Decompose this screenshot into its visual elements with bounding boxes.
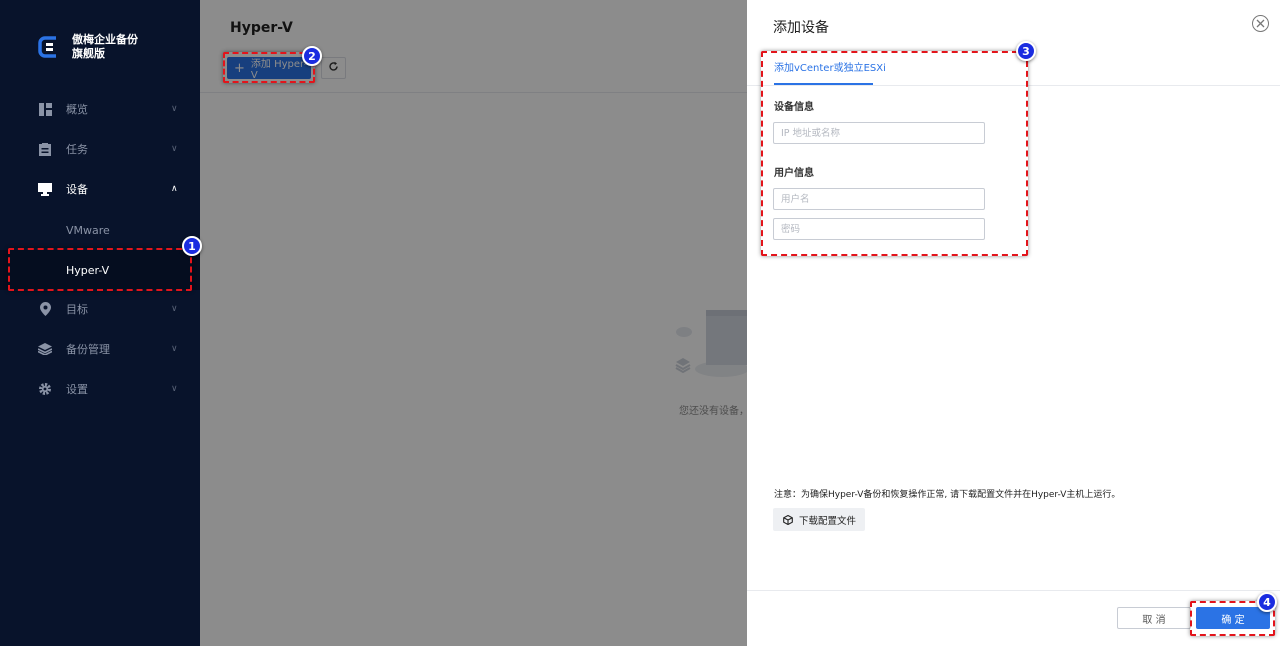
download-config-label: 下载配置文件 [799,515,857,527]
chevron-down-icon: ∨ [171,384,178,394]
step-badge: 4 [1257,592,1277,612]
close-button[interactable] [1252,15,1269,32]
overlay-mask[interactable] [200,0,747,646]
monitor-icon [38,182,52,196]
gear-icon [38,382,52,396]
sidebar-subitem-vmware[interactable]: VMware [0,210,200,250]
chevron-down-icon: ∨ [171,304,178,314]
chevron-down-icon: ∨ [171,104,178,114]
sidebar-item-overview[interactable]: 概览 ∨ [0,89,200,129]
sidebar-item-devices[interactable]: 设备 ∧ [0,169,200,209]
chevron-down-icon: ∨ [171,344,178,354]
sidebar-item-target[interactable]: 目标 ∨ [0,289,200,329]
config-note: 注意：为确保Hyper-V备份和恢复操作正常, 请下载配置文件并在Hyper-V… [774,490,1121,500]
sidebar-subitem-label: VMware [66,223,110,237]
chevron-down-icon: ∨ [171,144,178,154]
cube-icon [783,514,793,525]
download-config-button[interactable]: 下载配置文件 [773,508,865,531]
highlight-box [8,248,192,291]
drawer-title: 添加设备 [773,20,829,36]
divider [747,590,1280,591]
task-icon [38,142,52,156]
sidebar-item-label: 设备 [66,183,88,196]
sidebar-item-tasks[interactable]: 任务 ∨ [0,129,200,169]
dashboard-icon [38,102,52,116]
step-badge: 3 [1016,41,1036,61]
sidebar-item-label: 目标 [66,303,88,316]
location-pin-icon [38,302,52,316]
chevron-up-icon: ∧ [171,184,178,194]
sidebar-item-label: 任务 [66,143,88,156]
sidebar: 傲梅企业备份 旗舰版 概览 ∨ 任务 ∨ 设备 ∧ VMware Hyper-V… [0,0,200,646]
sidebar-item-label: 设置 [66,383,88,396]
logo: 傲梅企业备份 旗舰版 [36,33,138,61]
close-icon [1256,17,1265,31]
step-badge: 1 [182,236,202,256]
logo-subtitle: 旗舰版 [72,47,105,60]
sidebar-item-label: 备份管理 [66,343,110,356]
logo-icon [36,34,62,60]
logo-title: 傲梅企业备份 [72,33,138,46]
sidebar-item-settings[interactable]: 设置 ∨ [0,369,200,409]
highlight-box [761,51,1028,256]
sidebar-item-label: 概览 [66,103,88,116]
step-badge: 2 [302,46,322,66]
layers-icon [38,342,52,356]
sidebar-item-backup-management[interactable]: 备份管理 ∨ [0,329,200,369]
cancel-button[interactable]: 取 消 [1117,607,1191,629]
